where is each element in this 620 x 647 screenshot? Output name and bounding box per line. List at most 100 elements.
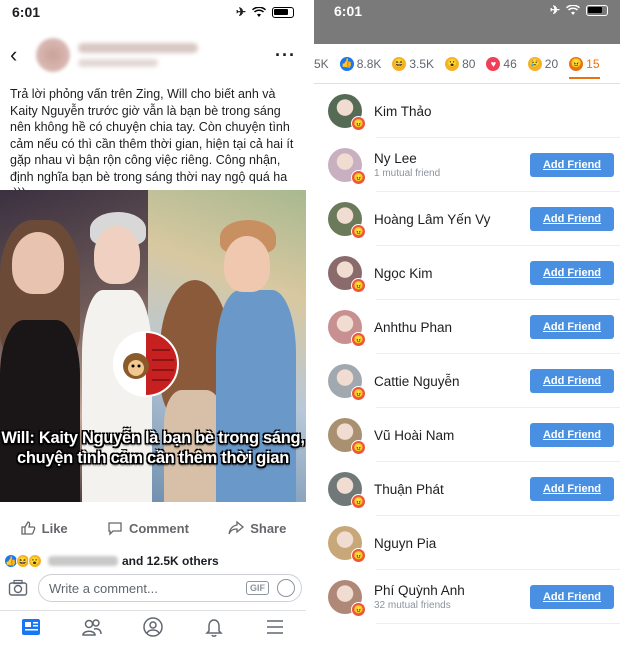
reaction-tab-sad[interactable]: 😢 20 bbox=[527, 56, 559, 71]
avatar[interactable]: 😠 bbox=[328, 580, 366, 617]
comment-icon bbox=[108, 522, 122, 536]
photo-figure bbox=[224, 236, 270, 292]
reactions-pane: 6:01 ✈ 5K 👍 8.8K 😆 3.5K 😮 80 ♥ 46 😢 20 😠 15 😠 Kim Thả… bbox=[314, 0, 620, 647]
angry-reaction-badge-icon: 😠 bbox=[351, 494, 366, 509]
reaction-tab-count: 15 bbox=[586, 56, 600, 71]
reactions-summary[interactable]: 👍 😆 😮 and 12.5K others bbox=[4, 553, 304, 569]
status-time: 6:01 bbox=[334, 3, 363, 19]
reaction-tab-love[interactable]: ♥ 46 bbox=[486, 56, 517, 71]
angry-reaction-badge-icon: 😠 bbox=[351, 386, 366, 401]
avatar[interactable]: 😠 bbox=[328, 418, 366, 455]
avatar[interactable]: 😠 bbox=[328, 256, 366, 293]
reactor-row[interactable]: 😠 Ny Lee 1 mutual friend Add Friend bbox=[314, 138, 620, 192]
profile-icon[interactable] bbox=[142, 616, 164, 643]
wow-reaction-icon: 😮 bbox=[28, 554, 42, 568]
reaction-tab-partial[interactable]: 5K bbox=[314, 57, 329, 71]
angry-reaction-badge-icon: 😠 bbox=[351, 170, 366, 185]
status-bar: 6:01 ✈ bbox=[0, 0, 306, 24]
angry-reaction-badge-icon: 😠 bbox=[351, 548, 366, 563]
camera-icon[interactable] bbox=[4, 574, 32, 602]
reactor-row[interactable]: 😠 Phí Quỳnh Anh 32 mutual friends Add Frien… bbox=[314, 570, 620, 624]
photo-figure bbox=[216, 290, 296, 502]
reaction-tabs: 5K 👍 8.8K 😆 3.5K 😮 80 ♥ 46 😢 20 😠 15 bbox=[314, 44, 620, 84]
add-friend-button[interactable]: Add Friend bbox=[530, 315, 614, 339]
avatar[interactable]: 😠 bbox=[328, 148, 366, 185]
reaction-tab-count: 80 bbox=[462, 56, 476, 71]
reaction-tab-haha[interactable]: 😆 3.5K bbox=[392, 56, 435, 71]
reactor-info: Nguyn Pia bbox=[374, 536, 620, 551]
status-bar-dimmed: 6:01 ✈ bbox=[314, 0, 620, 44]
add-friend-button[interactable]: Add Friend bbox=[530, 585, 614, 609]
reaction-tab-angry[interactable]: 😠 15 bbox=[569, 56, 600, 79]
reactor-row[interactable]: 😠 Hoàng Lâm Yến Vy Add Friend bbox=[314, 192, 620, 246]
add-friend-button[interactable]: Add Friend bbox=[530, 369, 614, 393]
menu-hamburger-icon[interactable] bbox=[264, 616, 286, 643]
wifi-icon bbox=[566, 4, 580, 15]
avatar[interactable]: 😠 bbox=[328, 202, 366, 239]
sad-icon: 😢 bbox=[527, 56, 542, 71]
avatar[interactable]: 😠 bbox=[328, 472, 366, 509]
status-icons: ✈ bbox=[236, 5, 294, 19]
reaction-tab-count: 3.5K bbox=[409, 56, 435, 71]
news-feed-icon[interactable] bbox=[20, 616, 42, 643]
reaction-tab-count: 20 bbox=[544, 56, 559, 71]
reactor-name[interactable]: Nguyn Pia bbox=[374, 536, 620, 551]
reaction-tab-count: 5K bbox=[314, 56, 329, 71]
reactor-row[interactable]: 😠 Thuận Phát Add Friend bbox=[314, 462, 620, 516]
friends-icon[interactable] bbox=[81, 616, 103, 643]
reactor-row[interactable]: 😠 Ngọc Kim Add Friend bbox=[314, 246, 620, 300]
poster-name-blurred[interactable] bbox=[78, 43, 198, 67]
add-friend-button[interactable]: Add Friend bbox=[530, 261, 614, 285]
angry-reaction-badge-icon: 😠 bbox=[351, 224, 366, 239]
more-options-icon[interactable]: ··· bbox=[275, 45, 296, 66]
photo-figure bbox=[94, 226, 140, 284]
angry-reaction-badge-icon: 😠 bbox=[351, 116, 366, 131]
reactor-row[interactable]: 😠 Vũ Hoài Nam Add Friend bbox=[314, 408, 620, 462]
emoji-icon[interactable] bbox=[277, 579, 295, 597]
reaction-tab-count: 8.8K bbox=[356, 56, 382, 71]
avatar[interactable]: 😠 bbox=[328, 310, 366, 347]
share-button[interactable]: Share bbox=[228, 520, 286, 536]
post-header: ‹ ··· bbox=[0, 24, 306, 86]
reactors-list: 😠 Kim Thảo 😠 Ny Lee 1 mutual friend Add Frien… bbox=[314, 84, 620, 624]
caption-line-1: Will: Kaity Nguyễn là bạn bè trong sáng, bbox=[1, 429, 305, 447]
angry-reaction-badge-icon: 😠 bbox=[351, 278, 366, 293]
reactor-info: Kim Thảo bbox=[374, 104, 620, 119]
add-friend-button[interactable]: Add Friend bbox=[530, 207, 614, 231]
reactor-row[interactable]: 😠 Cattie Nguyễn Add Friend bbox=[314, 354, 620, 408]
reactions-sheet: 5K 👍 8.8K 😆 3.5K 😮 80 ♥ 46 😢 20 😠 15 😠 Kim Thảo 😠 Ny Le… bbox=[314, 44, 620, 647]
back-arrow-icon[interactable]: ‹ bbox=[10, 42, 30, 68]
wifi-icon bbox=[252, 6, 266, 17]
caption-line-2: chuyện tình cảm cần thêm thời gian bbox=[17, 449, 289, 467]
status-time: 6:01 bbox=[12, 4, 41, 20]
comment-input[interactable]: Write a comment... GIF bbox=[38, 574, 302, 602]
love-icon: ♥ bbox=[486, 56, 501, 71]
status-icons: ✈ bbox=[550, 3, 608, 17]
like-button[interactable]: Like bbox=[20, 520, 68, 536]
reaction-tab-wow[interactable]: 😮 80 bbox=[445, 56, 476, 71]
add-friend-button[interactable]: Add Friend bbox=[530, 477, 614, 501]
mascot-sticker-icon bbox=[113, 331, 179, 397]
reactor-row[interactable]: 😠 Anhthu Phan Add Friend bbox=[314, 300, 620, 354]
add-friend-button[interactable]: Add Friend bbox=[530, 423, 614, 447]
screenshot-root: 6:01 ✈ ‹ ··· Trả lời phỏng vấn trên Zing… bbox=[0, 0, 620, 647]
gif-button[interactable]: GIF bbox=[246, 581, 269, 595]
comment-label: Comment bbox=[128, 520, 189, 536]
haha-icon: 😆 bbox=[392, 56, 407, 71]
reactor-name[interactable]: Kim Thảo bbox=[374, 104, 620, 119]
reactor-names-blurred bbox=[48, 556, 118, 566]
battery-icon bbox=[272, 6, 294, 18]
airplane-icon: ✈ bbox=[235, 5, 246, 19]
avatar[interactable]: 😠 bbox=[328, 526, 366, 563]
reactor-row[interactable]: 😠 Kim Thảo bbox=[314, 84, 620, 138]
like-icon: 👍 bbox=[339, 56, 354, 71]
notifications-bell-icon[interactable] bbox=[203, 616, 225, 643]
reaction-tab-like[interactable]: 👍 8.8K bbox=[339, 56, 382, 71]
add-friend-button[interactable]: Add Friend bbox=[530, 153, 614, 177]
reactor-row[interactable]: 😠 Nguyn Pia bbox=[314, 516, 620, 570]
poster-avatar[interactable] bbox=[36, 38, 70, 72]
avatar[interactable]: 😠 bbox=[328, 94, 366, 131]
comment-button[interactable]: Comment bbox=[107, 520, 189, 536]
avatar[interactable]: 😠 bbox=[328, 364, 366, 401]
angry-reaction-badge-icon: 😠 bbox=[351, 440, 366, 455]
